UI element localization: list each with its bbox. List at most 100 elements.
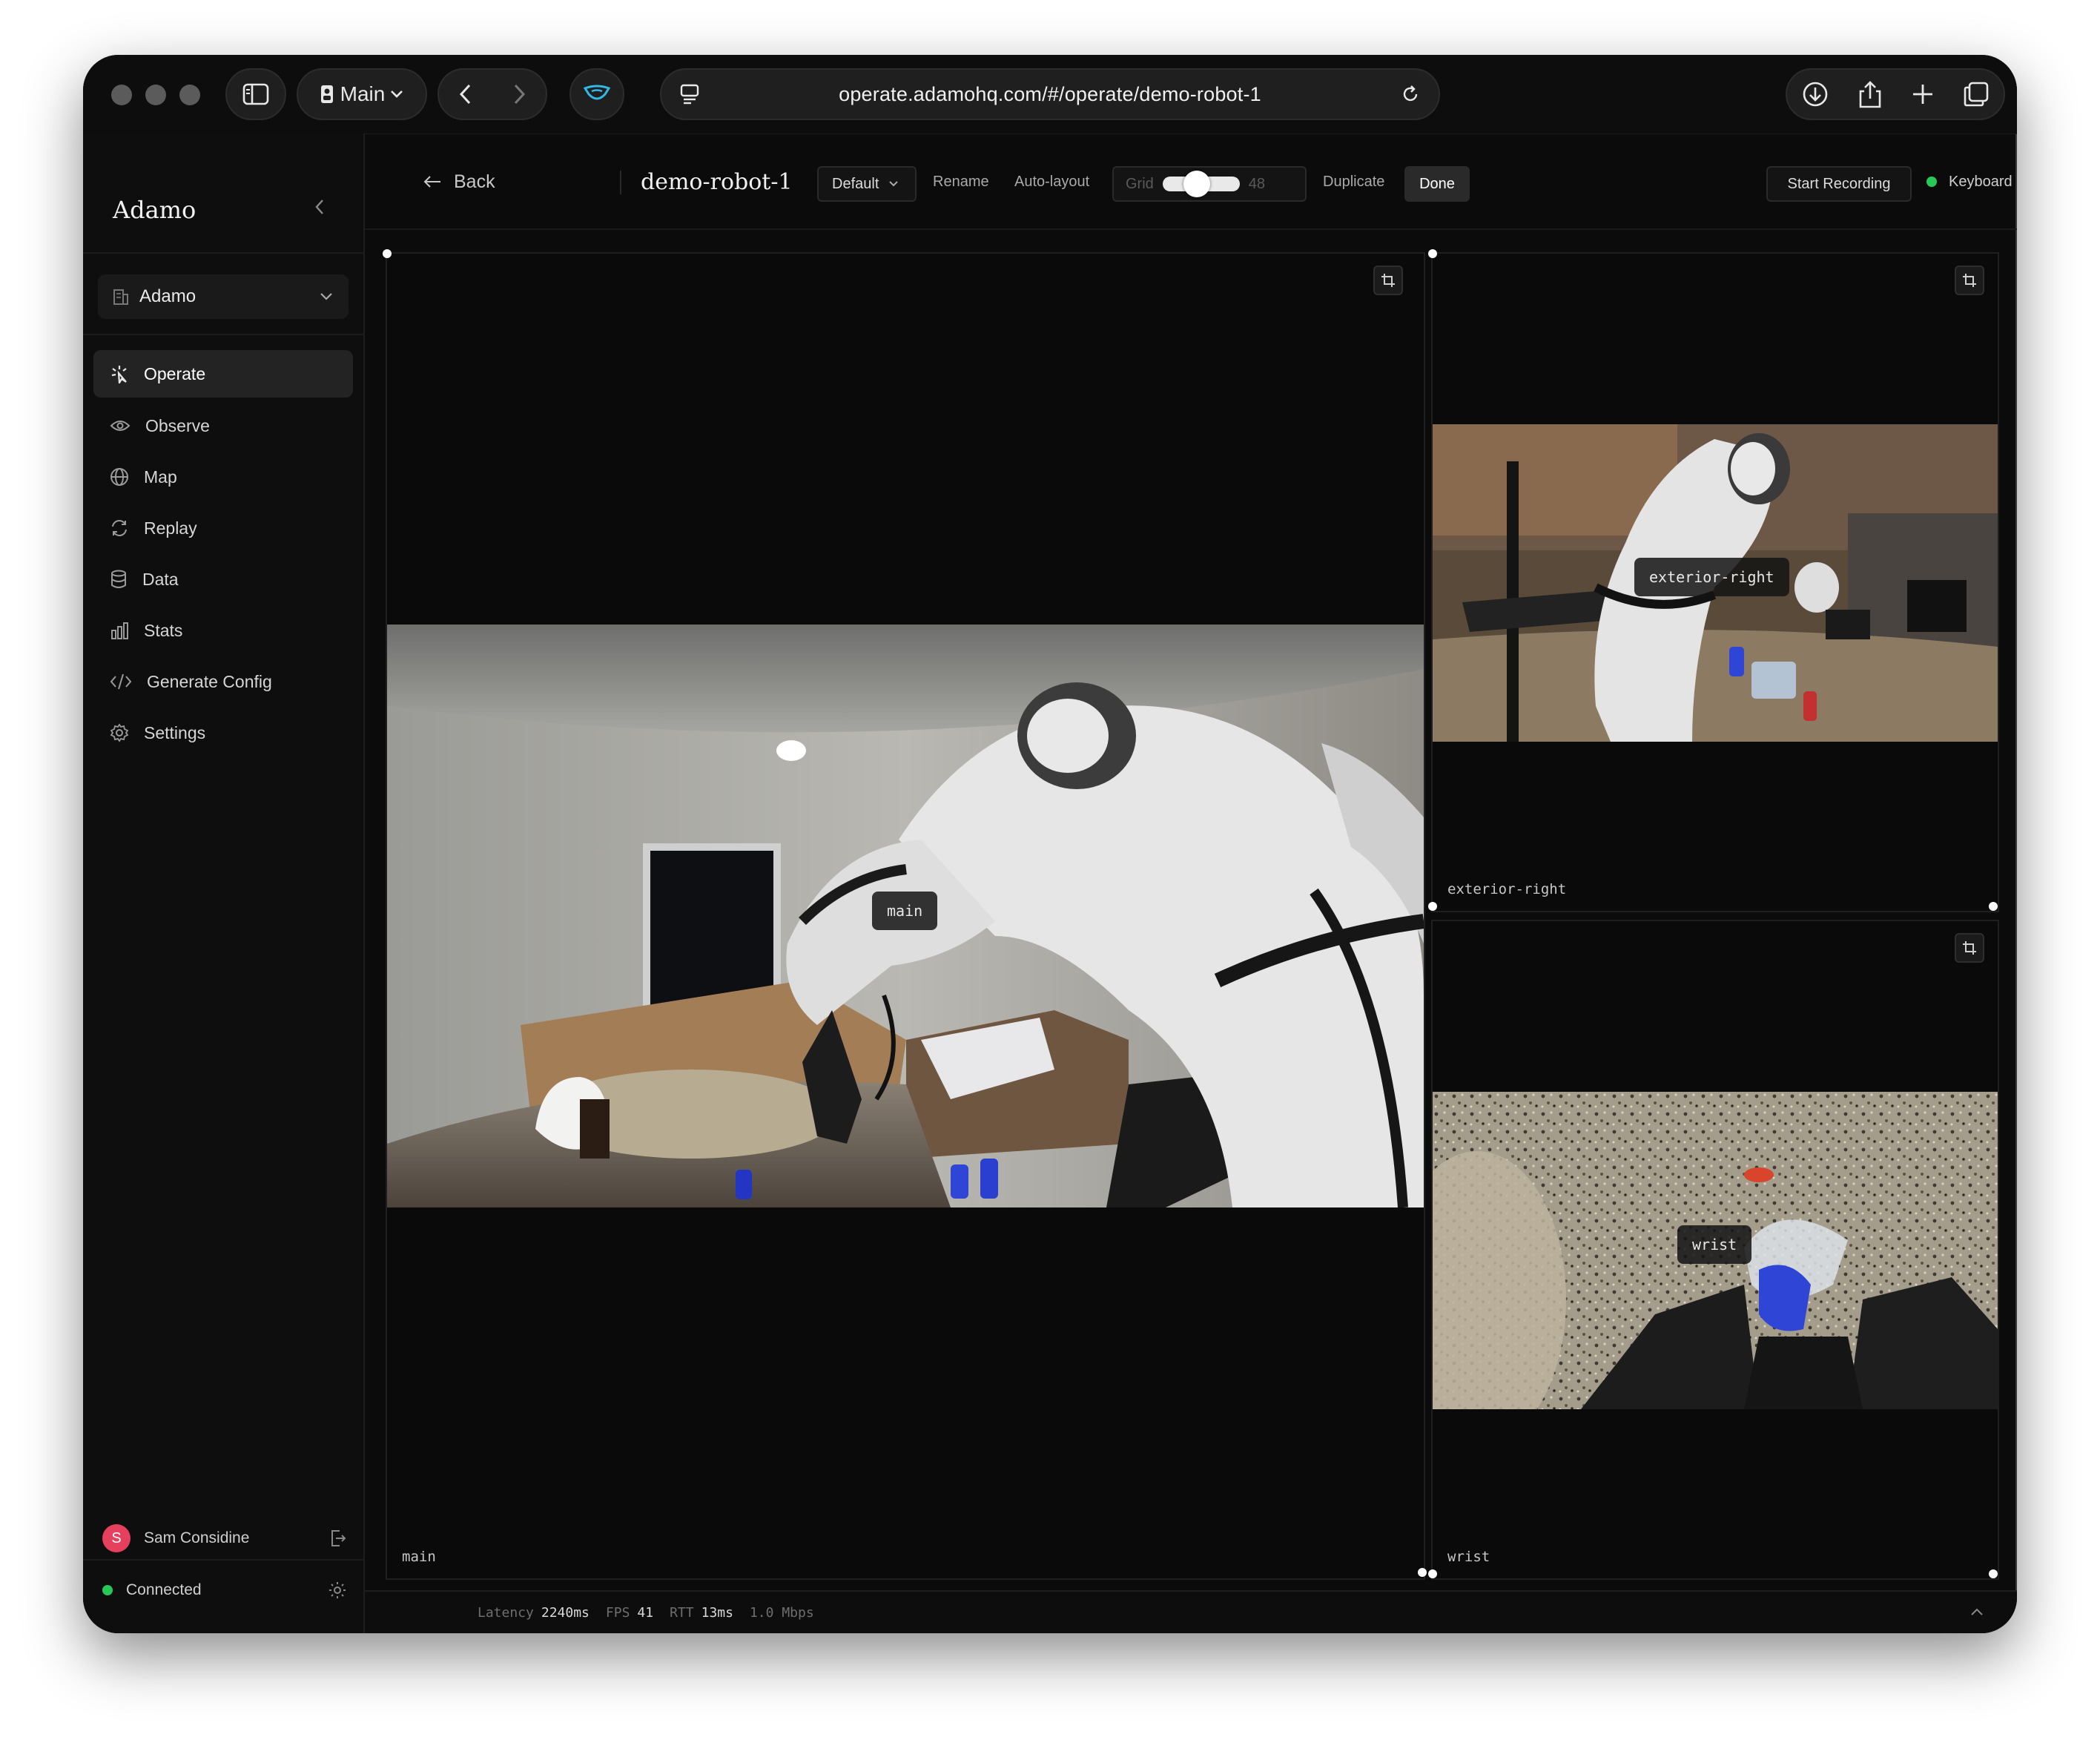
sidebar-item-operate[interactable]: Operate bbox=[93, 350, 353, 398]
code-icon bbox=[110, 673, 132, 690]
duplicate-button[interactable]: Duplicate bbox=[1323, 134, 1384, 230]
user-menu[interactable]: S Sam Considine bbox=[102, 1523, 347, 1553]
sidebar-item-replay[interactable]: Replay bbox=[93, 504, 353, 552]
grid-slider[interactable] bbox=[1162, 171, 1240, 197]
sidebar-item-label: Stats bbox=[144, 620, 183, 640]
sidebar-item-label: Data bbox=[142, 569, 179, 589]
arrow-left-icon bbox=[423, 176, 440, 188]
sidebar-item-settings[interactable]: Settings bbox=[93, 709, 353, 757]
address-bar[interactable]: operate.adamohq.com/#/operate/demo-robot… bbox=[660, 68, 1440, 120]
chevron-left-icon bbox=[315, 200, 323, 214]
crop-button[interactable] bbox=[1955, 933, 1984, 963]
gear-icon bbox=[110, 723, 129, 742]
collapse-sidebar-button[interactable] bbox=[313, 197, 326, 220]
resize-handle[interactable] bbox=[1989, 1569, 1998, 1578]
chevron-down-icon bbox=[889, 181, 899, 187]
zoom-window-button[interactable] bbox=[179, 85, 200, 105]
operate-toolbar: Back demo-robot-1 Default Rename Auto-la… bbox=[365, 134, 2017, 230]
reload-icon[interactable] bbox=[1400, 84, 1421, 105]
connection-label: Connected bbox=[126, 1581, 202, 1598]
eye-icon bbox=[110, 421, 131, 431]
forward-nav-button[interactable] bbox=[512, 83, 526, 105]
sidebar-toggle-button[interactable] bbox=[225, 68, 286, 120]
minimize-window-button[interactable] bbox=[145, 85, 166, 105]
page-settings-icon bbox=[680, 84, 699, 105]
sidebar-item-label: Generate Config bbox=[147, 671, 272, 691]
rtt-label: RTT bbox=[670, 1604, 694, 1621]
download-icon[interactable] bbox=[1801, 80, 1829, 108]
user-name: Sam Considine bbox=[144, 1529, 250, 1546]
keyboard-toggle[interactable]: Keyboard bbox=[1926, 134, 2012, 230]
slider-knob[interactable] bbox=[1183, 171, 1210, 197]
tab-group-label: Main bbox=[340, 82, 386, 105]
brand-logo: Adamo bbox=[113, 196, 197, 224]
latency-value: 2240ms bbox=[541, 1604, 590, 1621]
globe-icon bbox=[110, 468, 128, 486]
sidebar-item-label: Settings bbox=[144, 722, 206, 742]
shield-extension-button[interactable] bbox=[569, 68, 624, 120]
resize-handle[interactable] bbox=[1428, 902, 1437, 911]
panel-name-label: exterior-right bbox=[1447, 881, 1567, 897]
bar-chart-icon bbox=[111, 622, 128, 639]
done-button[interactable]: Done bbox=[1404, 166, 1470, 202]
new-tab-icon[interactable] bbox=[1911, 82, 1935, 106]
stream-status-bar: Latency 2240ms FPS 41 RTT 13ms 1.0 Mbps bbox=[365, 1590, 2017, 1633]
chevron-down-icon bbox=[391, 90, 403, 98]
chevron-up-icon bbox=[1971, 1608, 1983, 1615]
browser-actions bbox=[1786, 68, 2005, 120]
rtt-value: 13ms bbox=[701, 1604, 733, 1621]
feed-overlay-label: wrist bbox=[1677, 1225, 1752, 1264]
feed-overlay-label: main bbox=[872, 892, 938, 930]
divider bbox=[83, 334, 363, 335]
expand-status-button[interactable] bbox=[1969, 1605, 1984, 1621]
wrist-camera-panel[interactable]: wrist wrist bbox=[1428, 920, 1999, 1580]
crop-button[interactable] bbox=[1373, 266, 1403, 295]
divider bbox=[620, 171, 621, 194]
database-icon bbox=[111, 570, 126, 588]
logout-icon[interactable] bbox=[329, 1529, 347, 1548]
connection-status: Connected bbox=[102, 1577, 347, 1604]
auto-layout-button[interactable]: Auto-layout bbox=[1014, 134, 1089, 230]
exterior-right-camera-panel[interactable]: exterior-right exterior-right bbox=[1428, 249, 1999, 912]
feed-overlay-label: exterior-right bbox=[1634, 558, 1789, 596]
crop-button[interactable] bbox=[1955, 266, 1984, 295]
resize-handle[interactable] bbox=[383, 249, 392, 258]
app-sidebar: Adamo Adamo Operate Observe Map Replay D… bbox=[83, 134, 365, 1633]
status-indicator bbox=[102, 1585, 113, 1595]
sidebar-item-label: Replay bbox=[144, 518, 197, 538]
grid-label: Grid bbox=[1126, 175, 1154, 192]
sidebar-item-map[interactable]: Map bbox=[93, 453, 353, 501]
grid-control[interactable]: Grid 48 bbox=[1112, 166, 1307, 202]
rename-button[interactable]: Rename bbox=[933, 134, 989, 230]
divider bbox=[83, 1559, 363, 1561]
exterior-right-video-feed: exterior-right bbox=[1433, 424, 1998, 742]
share-icon[interactable] bbox=[1858, 79, 1883, 109]
avatar: S bbox=[102, 1524, 131, 1552]
tab-group-button[interactable]: Main bbox=[297, 68, 427, 120]
resize-handle[interactable] bbox=[1428, 249, 1437, 258]
building-icon bbox=[113, 289, 128, 305]
sun-icon[interactable] bbox=[328, 1581, 347, 1600]
org-selector[interactable]: Adamo bbox=[98, 274, 349, 319]
resize-handle[interactable] bbox=[1989, 902, 1998, 911]
bitrate-value: 1.0 Mbps bbox=[749, 1604, 814, 1621]
close-window-button[interactable] bbox=[111, 85, 132, 105]
resize-handle[interactable] bbox=[1428, 1569, 1437, 1578]
sidebar-item-stats[interactable]: Stats bbox=[93, 607, 353, 654]
sidebar-item-data[interactable]: Data bbox=[93, 556, 353, 603]
layout-select[interactable]: Default bbox=[817, 166, 917, 202]
refresh-icon bbox=[112, 520, 127, 536]
main-camera-panel[interactable]: main main bbox=[383, 249, 1427, 1580]
chevron-right-icon bbox=[514, 84, 526, 105]
panel-name-label: main bbox=[402, 1549, 436, 1565]
sidebar-item-observe[interactable]: Observe bbox=[93, 402, 353, 449]
browser-window: Main operate.adamohq.com/#/operate/demo-… bbox=[83, 55, 2017, 1633]
back-button[interactable]: Back bbox=[423, 134, 495, 230]
sidebar-item-generate-config[interactable]: Generate Config bbox=[93, 658, 353, 705]
resize-handle[interactable] bbox=[1418, 1568, 1427, 1577]
crop-icon bbox=[1963, 941, 1976, 955]
start-recording-button[interactable]: Start Recording bbox=[1766, 166, 1912, 202]
tab-overview-icon[interactable] bbox=[1963, 81, 1990, 108]
divider bbox=[83, 252, 363, 254]
back-nav-button[interactable] bbox=[458, 83, 473, 105]
